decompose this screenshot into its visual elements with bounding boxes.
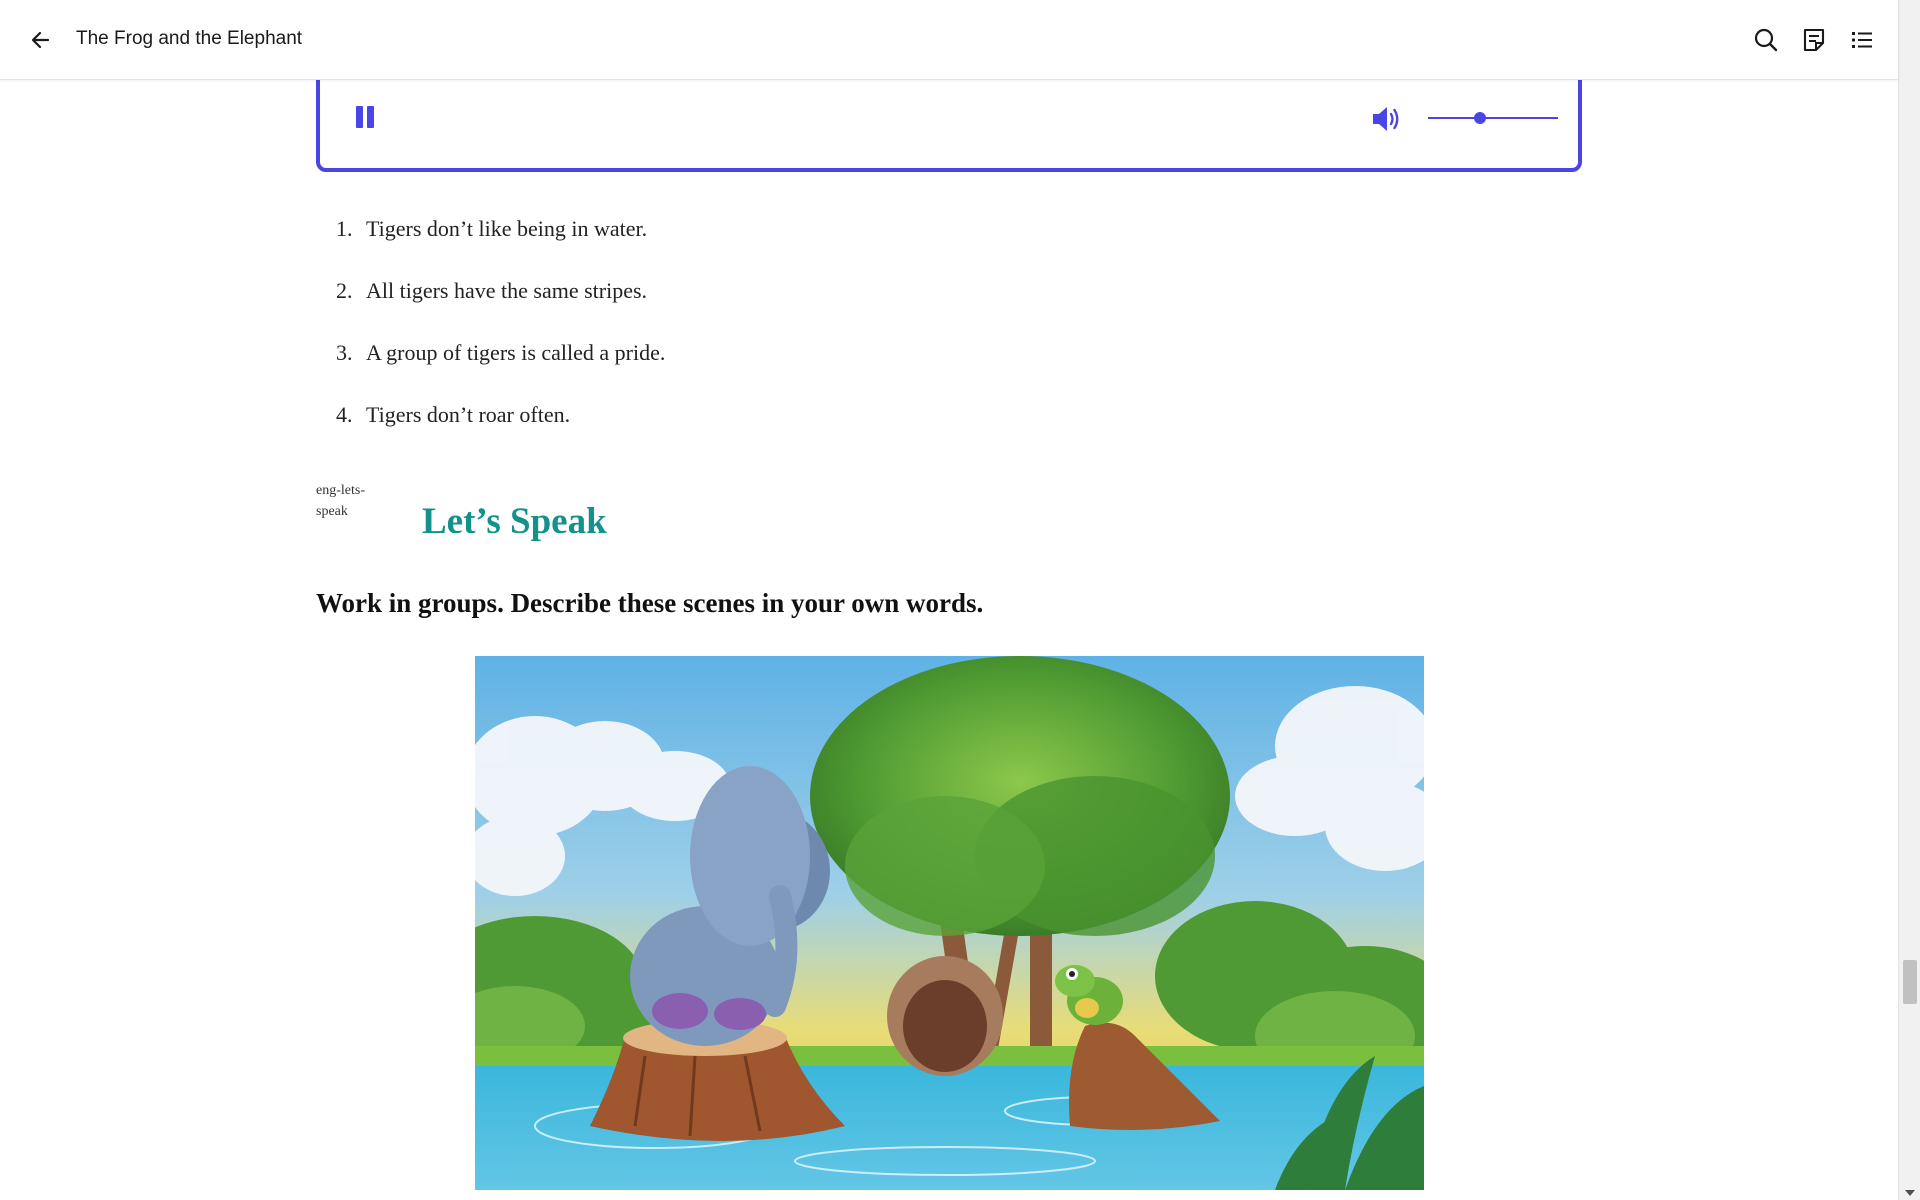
book-title: The Frog and the Elephant xyxy=(76,28,303,49)
back-arrow-icon[interactable] xyxy=(26,26,56,54)
instruction-text: Work in groups. Describe these scenes in… xyxy=(316,588,984,618)
fact-text: Tigers don’t like being in water. xyxy=(366,216,648,241)
fact-text: Tigers don’t roar often. xyxy=(366,402,571,427)
top-bar: The Frog and the Elephant xyxy=(0,0,1898,80)
volume-knob[interactable] xyxy=(1474,112,1486,124)
volume-icon[interactable] xyxy=(1370,104,1402,134)
scrollbar-thumb[interactable] xyxy=(1903,960,1917,1004)
volume-slider[interactable] xyxy=(1428,106,1558,130)
toc-list-icon[interactable] xyxy=(1848,26,1876,54)
lets-speak-image: eng-lets-speak xyxy=(316,483,365,519)
notes-icon[interactable] xyxy=(1800,26,1828,54)
search-icon[interactable] xyxy=(1752,26,1780,54)
scroll-down-arrow-icon[interactable] xyxy=(1905,1190,1915,1196)
fact-text: A group of tigers is called a pride. xyxy=(366,340,666,365)
fact-text: All tigers have the same stripes. xyxy=(366,278,648,303)
section-heading: Let’s Speak xyxy=(422,501,607,542)
volume-track xyxy=(1428,117,1558,119)
pause-icon[interactable] xyxy=(354,106,378,132)
scene-illustration xyxy=(475,656,1424,1190)
scrollbar[interactable] xyxy=(1898,0,1920,1200)
